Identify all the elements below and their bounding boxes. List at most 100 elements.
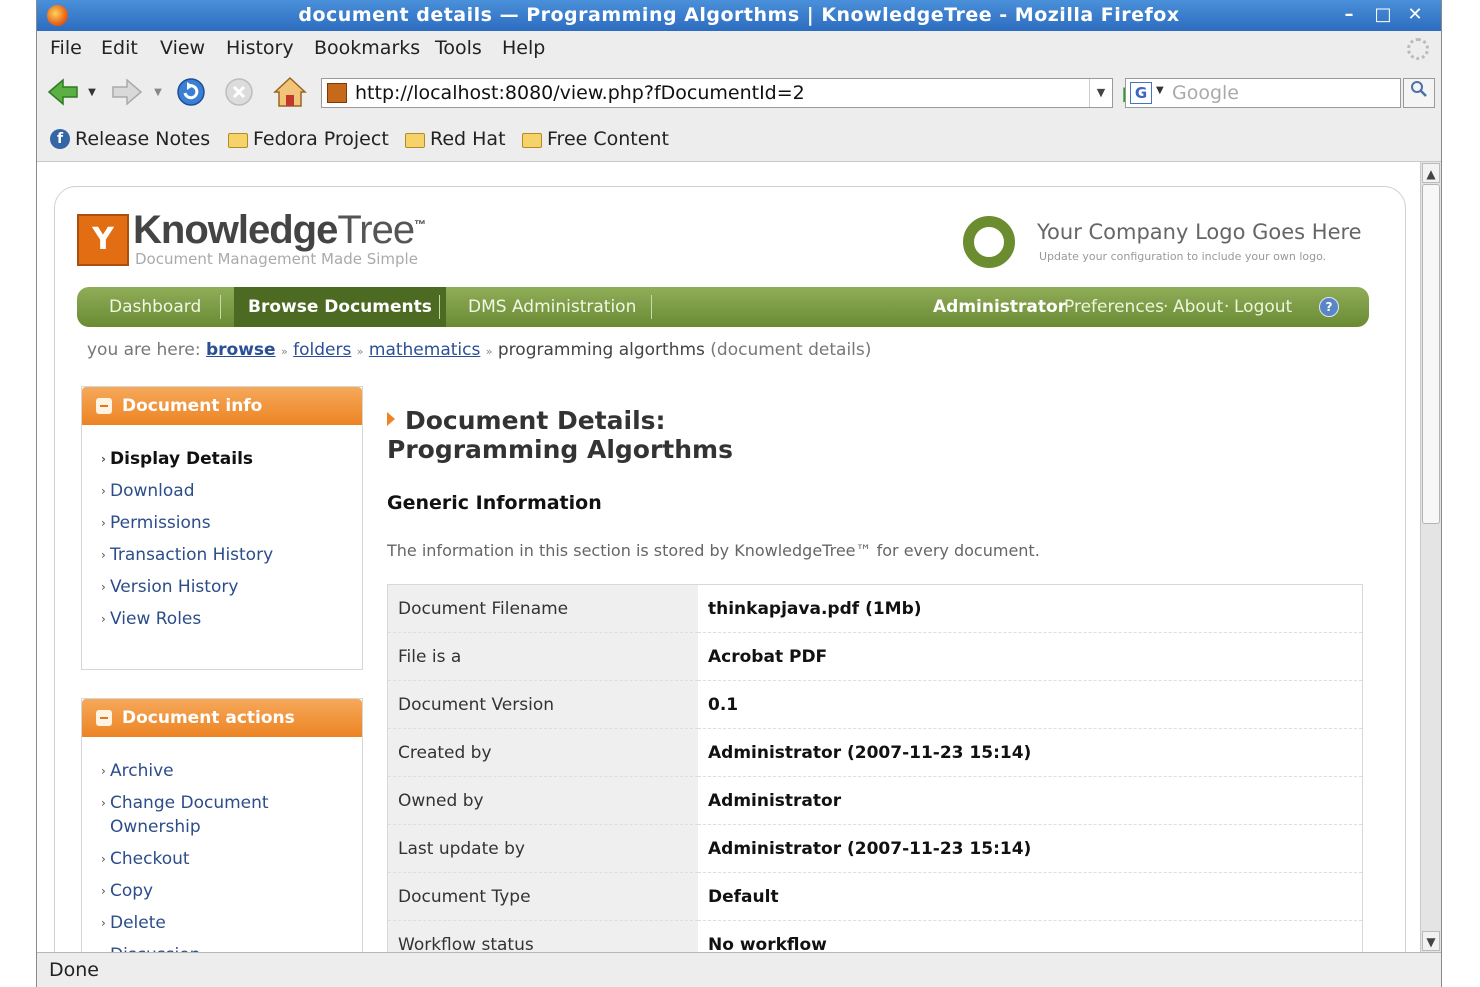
table-row: Document Type Default [387,872,1363,921]
menu-help[interactable]: Help [502,37,545,59]
folder-icon [522,132,542,148]
preferences-link[interactable]: Preferences [1064,297,1164,317]
page-viewport: Y KnowledgeTree™ Document Management Mad… [37,162,1420,952]
search-placeholder[interactable]: Google [1172,82,1239,104]
document-actions-header[interactable]: Document actions [82,699,362,737]
breadcrumb-prefix: you are here: [87,340,201,360]
url-bar[interactable]: http://localhost:8080/view.php?fDocument… [321,78,1113,108]
vertical-scrollbar[interactable]: ▲ ▼ [1420,162,1441,952]
row-value: Acrobat PDF [698,632,1363,681]
download-link[interactable]: Download [82,479,362,503]
bookmark-free-content[interactable]: Free Content [522,128,669,150]
home-button[interactable] [271,75,309,109]
nav-separator [439,295,440,319]
current-user: Administrator [933,297,1067,317]
bookmarks-toolbar: f Release Notes Fedora Project Red Hat Fr… [37,119,1441,162]
bookmark-label: Free Content [547,128,669,150]
bookmark-release-notes[interactable]: f Release Notes [50,128,210,150]
logout-link[interactable]: Logout [1234,297,1292,317]
archive-link[interactable]: Archive [82,759,362,783]
reload-icon [177,78,205,106]
checkout-link[interactable]: Checkout [82,847,362,871]
search-engine-dropdown[interactable]: ▼ [1156,85,1164,96]
search-box[interactable]: G ▼ Google [1125,78,1401,108]
search-button[interactable] [1403,78,1435,108]
url-dropdown-button[interactable]: ▼ [1089,79,1112,107]
collapse-icon[interactable] [96,710,112,726]
menu-view[interactable]: View [160,37,205,59]
navigation-toolbar: ▼ ▼ http://localhost:8080/view.php?fDocu… [37,67,1441,119]
maximize-button[interactable]: □ [1369,3,1397,27]
page-title-line2: Programming Algorthms [387,435,733,464]
row-value: thinkapjava.pdf (1Mb) [698,584,1363,633]
tree-logo-icon: Y [77,214,129,266]
help-icon[interactable]: ? [1319,297,1339,317]
forward-history-dropdown[interactable]: ▼ [151,75,165,109]
tab-browse-documents[interactable]: Browse Documents [234,287,446,327]
scrollbar-thumb[interactable] [1422,184,1440,524]
breadcrumb-separator: » [280,345,288,358]
menu-tools[interactable]: Tools [435,37,482,59]
display-details-link[interactable]: Display Details [82,447,362,471]
bookmark-red-hat[interactable]: Red Hat [405,128,506,150]
table-row: Workflow status No workflow [387,920,1363,952]
row-key: Document Version [387,680,698,729]
breadcrumb: you are here: browse » folders » mathema… [87,340,871,360]
nav-separator [220,295,221,319]
nav-separator [651,295,652,319]
search-engine-icon[interactable]: G [1130,82,1152,104]
company-logo-text: Your Company Logo Goes Here [1037,220,1362,244]
breadcrumb-folders-link[interactable]: folders [293,340,351,360]
row-key: Last update by [387,824,698,873]
nav-dot: · [1163,297,1169,317]
menu-bookmarks[interactable]: Bookmarks [314,37,420,59]
section-heading: Generic Information [387,492,602,514]
version-history-link[interactable]: Version History [82,575,362,599]
url-text[interactable]: http://localhost:8080/view.php?fDocument… [355,82,805,104]
bookmark-fedora-project[interactable]: Fedora Project [228,128,389,150]
panel-title: Document info [122,396,263,416]
copy-link[interactable]: Copy [82,879,362,903]
reload-button[interactable] [173,75,209,109]
row-value: 0.1 [698,680,1363,729]
collapse-icon[interactable] [96,398,112,414]
back-arrow-icon [47,78,78,106]
transaction-history-link[interactable]: Transaction History [82,543,362,567]
table-row: Last update by Administrator (2007-11-23 … [387,824,1363,873]
permissions-link[interactable]: Permissions [82,511,362,535]
view-roles-link[interactable]: View Roles [82,607,362,631]
breadcrumb-separator: » [356,345,364,358]
breadcrumb-browse-link[interactable]: browse [206,340,276,360]
table-row: File is a Acrobat PDF [387,632,1363,681]
discussion-link[interactable]: Discussion [82,943,362,952]
scroll-up-button[interactable]: ▲ [1422,163,1440,183]
menu-file[interactable]: File [50,37,82,59]
breadcrumb-suffix: (document details) [710,340,872,360]
tab-dms-administration[interactable]: DMS Administration [468,287,636,327]
scroll-down-button[interactable]: ▼ [1422,931,1440,951]
document-details-table: Document Filename thinkapjava.pdf (1Mb) F… [387,584,1363,952]
forward-button[interactable] [109,75,145,109]
main-navigation: Dashboard Browse Documents DMS Administr… [77,287,1369,327]
panel-title: Document actions [122,708,295,728]
breadcrumb-mathematics-link[interactable]: mathematics [369,340,480,360]
back-button[interactable] [45,75,81,109]
release-notes-icon: f [50,129,70,149]
delete-link[interactable]: Delete [82,911,362,935]
breadcrumb-separator: » [485,345,493,358]
change-document-ownership-link[interactable]: Change Document Ownership [82,791,270,839]
row-value: Default [698,872,1363,921]
close-button[interactable]: ✕ [1401,3,1429,27]
minimize-button[interactable]: – [1335,3,1363,27]
document-actions-panel: Document actions Archive Change Document… [81,698,363,952]
bookmark-label: Red Hat [430,128,506,150]
back-history-dropdown[interactable]: ▼ [85,75,99,109]
menu-edit[interactable]: Edit [101,37,138,59]
nav-dot: · [1224,297,1230,317]
document-info-header[interactable]: Document info [82,387,362,425]
tab-dashboard[interactable]: Dashboard [109,287,201,327]
folder-icon [228,132,248,148]
stop-button[interactable] [221,75,257,109]
about-link[interactable]: About [1173,297,1223,317]
menu-history[interactable]: History [226,37,294,59]
